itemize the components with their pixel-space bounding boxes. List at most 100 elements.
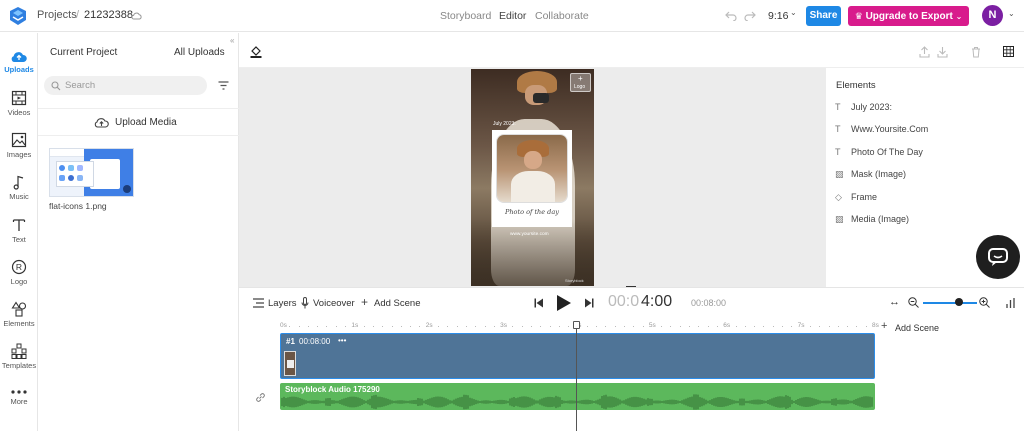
layers-button[interactable]: Layers	[268, 298, 297, 309]
ruler-tick-label: 0s	[280, 322, 287, 329]
ruler-minor-tick	[521, 326, 523, 327]
text-icon: T	[835, 124, 841, 134]
zoom-slider-track[interactable]	[923, 302, 977, 304]
upload-media-button[interactable]: Upload Media	[38, 108, 239, 136]
scene-more-icon[interactable]: •••	[338, 336, 346, 345]
element-item[interactable]: T Photo Of The Day	[835, 147, 923, 157]
upgrade-label: Upgrade to Export	[865, 11, 953, 22]
uploaded-thumbnail[interactable]	[49, 148, 134, 197]
audio-waveform	[281, 394, 873, 410]
ruler-minor-tick	[828, 326, 830, 327]
chevron-down-icon[interactable]: ⌄	[790, 8, 797, 17]
tab-editor[interactable]: Editor	[499, 10, 526, 22]
ruler-minor-tick	[661, 326, 663, 327]
elements-title: Elements	[836, 80, 876, 91]
collapse-panel-icon[interactable]: «	[230, 36, 234, 45]
left-rail: Uploads Videos Images Music Text R Logo …	[0, 33, 38, 431]
text-icon	[12, 219, 26, 231]
ruler-minor-tick	[716, 326, 718, 327]
logo-r-icon: R	[11, 259, 27, 275]
audio-track[interactable]: Storyblock Audio 175290	[280, 383, 875, 410]
masked-photo[interactable]	[496, 134, 568, 203]
upgrade-to-export-button[interactable]: ♛ Upgrade to Export ⌄	[848, 6, 969, 26]
rail-item-images[interactable]: Images	[0, 132, 38, 159]
rail-label: Videos	[7, 108, 31, 117]
ruler-minor-tick	[438, 326, 440, 327]
link-icon[interactable]	[256, 393, 265, 402]
playhead[interactable]	[572, 321, 580, 431]
filter-icon[interactable]	[218, 81, 229, 90]
add-scene-button[interactable]: Add Scene	[374, 298, 420, 309]
file-name: flat-icons 1.png	[49, 201, 107, 211]
ruler-minor-tick	[400, 326, 402, 327]
rail-item-videos[interactable]: Videos	[0, 90, 38, 117]
voiceover-button[interactable]: Voiceover	[313, 298, 355, 309]
photo-frame[interactable]: Photo of the day	[492, 130, 572, 227]
tab-storyboard[interactable]: Storyboard	[440, 10, 491, 22]
ruler-minor-tick	[289, 326, 291, 327]
site-text[interactable]: www.yoursite.com	[510, 232, 549, 237]
rail-item-elements[interactable]: Elements	[0, 301, 38, 328]
rail-item-logo[interactable]: R Logo	[0, 259, 38, 286]
rail-item-music[interactable]: Music	[0, 174, 38, 201]
video-preview[interactable]: + Logo July 2023: Photo of the day www.y…	[471, 69, 594, 286]
zoom-in-icon[interactable]	[979, 297, 990, 308]
search-input[interactable]: Search	[44, 76, 207, 95]
chat-support-button[interactable]	[976, 235, 1020, 279]
element-item[interactable]: T Www.Yoursite.Com	[835, 124, 928, 134]
tab-all-uploads[interactable]: All Uploads	[174, 47, 225, 58]
project-id[interactable]: 21232388	[84, 9, 133, 21]
search-placeholder: Search	[65, 80, 96, 91]
add-scene-timeline-button[interactable]: Add Scene	[895, 323, 939, 333]
element-item[interactable]: ▨ Mask (Image)	[835, 169, 906, 180]
tab-current-project[interactable]: Current Project	[50, 47, 117, 58]
zoom-out-icon[interactable]	[908, 297, 919, 308]
film-icon	[11, 90, 27, 106]
aspect-ratio-label[interactable]: 9:16	[768, 10, 788, 22]
zoom-slider-handle[interactable]	[955, 298, 963, 306]
date-text[interactable]: July 2023:	[493, 121, 516, 127]
image-icon: ▨	[835, 169, 844, 179]
grid-icon[interactable]	[1003, 46, 1014, 57]
skip-back-icon[interactable]	[534, 298, 543, 308]
element-item[interactable]: T July 2023:	[835, 102, 892, 112]
undo-icon[interactable]	[725, 10, 737, 21]
rail-item-more[interactable]: More	[0, 389, 38, 406]
current-time-dim: 00:0	[608, 293, 640, 310]
audio-levels-icon[interactable]	[1006, 298, 1015, 308]
shapes-icon	[11, 301, 27, 317]
rail-item-uploads[interactable]: Uploads	[0, 49, 38, 74]
element-item[interactable]: ◇ Frame	[835, 192, 877, 203]
logo-placeholder[interactable]: + Logo	[570, 73, 591, 92]
chevron-down-icon[interactable]: ⌄	[1008, 9, 1015, 18]
ruler-minor-tick	[707, 326, 709, 327]
element-item[interactable]: ▨ Media (Image)	[835, 214, 909, 225]
elements-panel: Elements T July 2023: T Www.Yoursite.Com T…	[826, 68, 1024, 287]
script-text[interactable]: Photo of the day	[505, 208, 559, 216]
rail-label: Elements	[3, 319, 35, 328]
delete-trash-icon[interactable]	[971, 46, 981, 58]
ruler-tick-label: 3s	[500, 322, 507, 329]
ruler-minor-tick	[363, 326, 365, 327]
ruler-minor-tick	[447, 326, 449, 327]
app-logo-icon[interactable]	[6, 5, 28, 27]
bring-forward-icon[interactable]	[919, 46, 930, 58]
tab-collaborate[interactable]: Collaborate	[535, 10, 589, 22]
rail-label: Logo	[10, 277, 28, 286]
rail-item-text[interactable]: Text	[0, 217, 38, 244]
timeline-controls: Layers Voiceover + Add Scene 00:0 4:00 0…	[239, 287, 1024, 317]
redo-icon[interactable]	[744, 10, 756, 21]
fit-width-icon[interactable]: ↔	[889, 296, 900, 308]
rail-item-templates[interactable]: Templates	[0, 343, 38, 370]
play-icon[interactable]	[556, 294, 572, 312]
upload-media-label: Upload Media	[115, 117, 177, 128]
skip-forward-icon[interactable]	[585, 298, 594, 308]
paint-fill-icon[interactable]	[250, 45, 262, 58]
breadcrumb-projects[interactable]: Projects	[37, 9, 77, 21]
ruler-minor-tick	[475, 326, 477, 327]
ruler-minor-tick	[372, 326, 374, 327]
video-scene-track[interactable]: #1 00:08:00 •••	[280, 333, 875, 379]
send-backward-icon[interactable]	[937, 46, 948, 58]
share-button[interactable]: Share	[806, 6, 841, 26]
avatar[interactable]: N	[982, 5, 1003, 26]
